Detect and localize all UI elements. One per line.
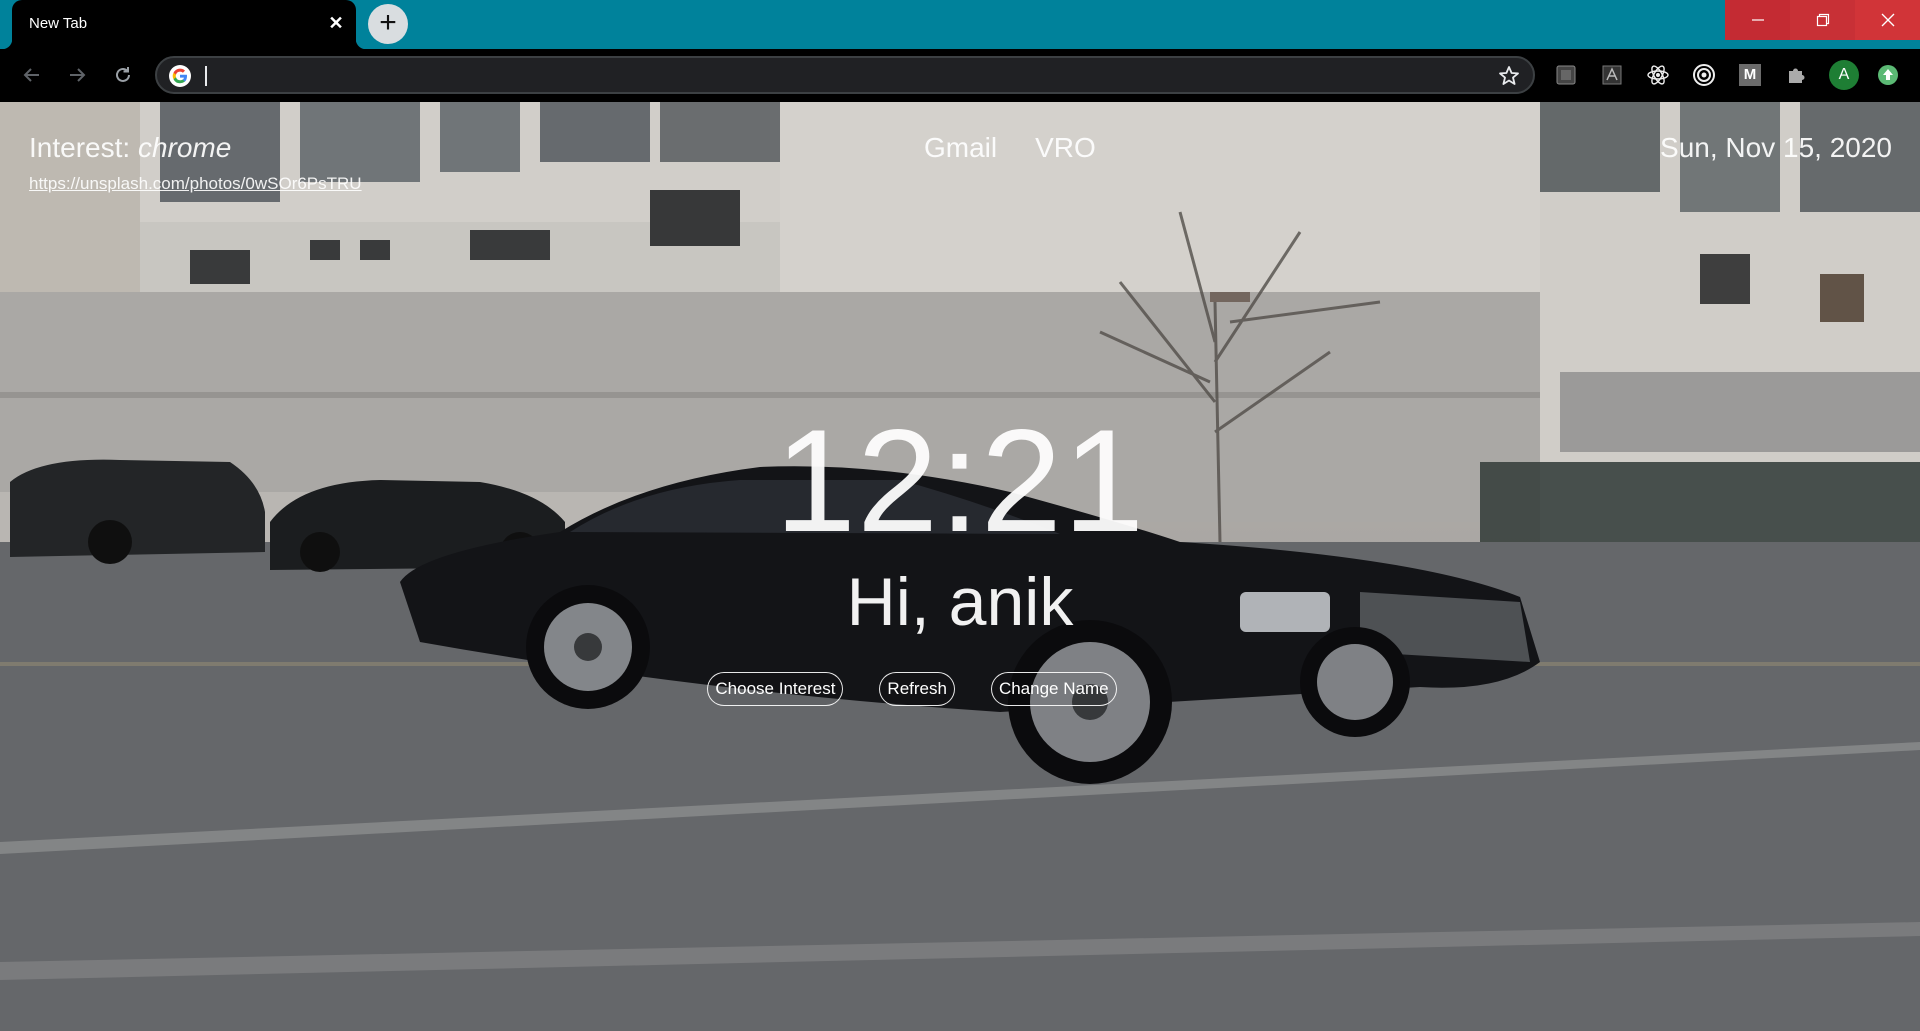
m-letter: M bbox=[1739, 64, 1761, 86]
react-devtools-icon[interactable] bbox=[1644, 61, 1672, 89]
back-button[interactable] bbox=[16, 59, 48, 91]
tab-new-tab[interactable]: New Tab ✕ bbox=[2, 0, 366, 49]
tab-manager-icon[interactable] bbox=[1552, 61, 1580, 89]
profile-avatar[interactable]: A bbox=[1828, 59, 1860, 91]
choose-interest-button[interactable]: Choose Interest bbox=[707, 672, 844, 706]
text-caret bbox=[205, 66, 207, 86]
greeting: Hi, anik bbox=[846, 564, 1074, 640]
pdf-icon[interactable] bbox=[1598, 61, 1626, 89]
new-tab-page: Interest: chrome https://unsplash.com/ph… bbox=[0, 102, 1920, 1031]
quick-links: Gmail VRO bbox=[924, 132, 1096, 164]
interest-label: Interest: chrome bbox=[29, 132, 231, 164]
reload-icon bbox=[116, 67, 130, 82]
window-controls bbox=[1725, 0, 1920, 40]
minimize-button[interactable] bbox=[1725, 0, 1790, 40]
interest-value: chrome bbox=[137, 132, 232, 163]
photo-source-link[interactable]: https://unsplash.com/photos/0wSOr6PsTRU bbox=[29, 174, 362, 194]
clock: 12:21 bbox=[774, 399, 1146, 562]
title-bar: New Tab ✕ + bbox=[0, 0, 1920, 49]
omnibox-input[interactable] bbox=[203, 62, 1433, 88]
date-display: Sun, Nov 15, 2020 bbox=[1660, 132, 1892, 163]
back-arrow-icon bbox=[23, 68, 39, 82]
forward-button[interactable] bbox=[61, 59, 93, 91]
puzzle-icon[interactable] bbox=[1782, 61, 1810, 89]
refresh-button[interactable]: Refresh bbox=[879, 672, 955, 706]
target-icon[interactable] bbox=[1690, 61, 1718, 89]
forward-arrow-icon bbox=[70, 68, 86, 82]
tab-title: New Tab bbox=[29, 15, 88, 32]
restore-button[interactable] bbox=[1790, 0, 1855, 40]
interest-prefix: Interest: bbox=[29, 132, 138, 163]
restore-icon bbox=[1816, 13, 1829, 27]
update-icon[interactable] bbox=[1874, 61, 1902, 89]
vro-link[interactable]: VRO bbox=[1035, 132, 1096, 164]
browser-toolbar: M A bbox=[0, 49, 1920, 102]
gmail-link[interactable]: Gmail bbox=[924, 132, 997, 164]
bookmark-star-icon[interactable] bbox=[1497, 64, 1521, 88]
address-bar[interactable] bbox=[155, 56, 1535, 94]
m-extension-icon[interactable]: M bbox=[1736, 61, 1764, 89]
tab-close-icon[interactable]: ✕ bbox=[326, 13, 346, 33]
minimize-icon bbox=[1751, 19, 1764, 21]
reload-button[interactable] bbox=[107, 59, 139, 91]
close-icon bbox=[1881, 13, 1894, 27]
change-name-button[interactable]: Change Name bbox=[990, 672, 1117, 706]
action-buttons: Choose Interest Refresh Change Name bbox=[0, 672, 1920, 706]
google-icon bbox=[169, 65, 191, 87]
new-tab-button[interactable]: + bbox=[368, 4, 408, 44]
profile-initial: A bbox=[1829, 60, 1859, 90]
close-window-button[interactable] bbox=[1855, 0, 1920, 40]
